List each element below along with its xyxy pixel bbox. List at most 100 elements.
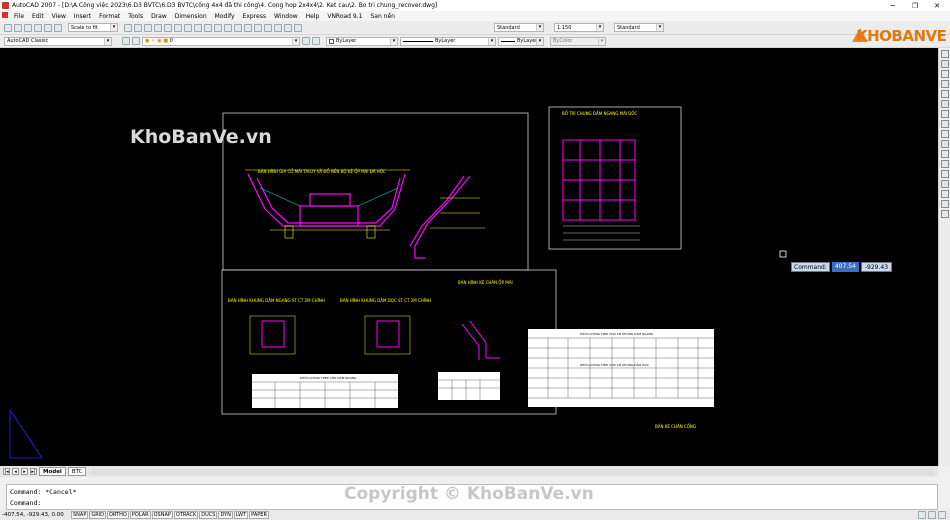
lineweight-sample-icon bbox=[501, 40, 515, 42]
menu-format[interactable]: Format bbox=[95, 13, 124, 20]
plotstyle-combo[interactable]: ByColor ▾ bbox=[550, 36, 606, 46]
horizontal-scrollbar[interactable] bbox=[92, 468, 934, 475]
drawing-canvas[interactable]: BẢN HÌNH GIA CỐ MÁI TALUY VÀ ĐỔ NỀN BỘ K… bbox=[0, 28, 938, 466]
lwt-toggle[interactable]: LWT bbox=[233, 511, 249, 519]
scale-combo[interactable]: Scale to fit ▾ bbox=[68, 23, 118, 32]
erase-icon[interactable] bbox=[941, 50, 949, 58]
last-tab-icon[interactable]: ▸| bbox=[30, 468, 37, 475]
menu-file[interactable]: File bbox=[10, 13, 28, 20]
pan-icon[interactable] bbox=[194, 23, 202, 32]
match-properties-icon[interactable] bbox=[154, 23, 162, 32]
help-icon[interactable] bbox=[294, 23, 302, 32]
publish-icon[interactable] bbox=[54, 23, 62, 32]
dynamic-input[interactable]: Command: 407.54 -929.43 bbox=[791, 262, 893, 272]
calculator-icon[interactable] bbox=[284, 23, 292, 32]
cut-icon[interactable] bbox=[124, 23, 132, 32]
redo-icon[interactable] bbox=[184, 23, 192, 32]
menu-tools[interactable]: Tools bbox=[124, 13, 147, 20]
preview-icon[interactable] bbox=[44, 23, 52, 32]
layer-combo[interactable]: ● ☼ ▣ ■ 0 ▾ bbox=[142, 36, 300, 46]
menu-help[interactable]: Help bbox=[302, 13, 324, 20]
copy-icon[interactable] bbox=[134, 23, 142, 32]
ducs-toggle[interactable]: DUCS bbox=[199, 511, 218, 519]
tab-layout-btc[interactable]: BTC bbox=[67, 467, 87, 476]
plot-icon[interactable] bbox=[34, 23, 42, 32]
save-icon[interactable] bbox=[24, 23, 32, 32]
break-point-icon[interactable] bbox=[941, 160, 949, 168]
make-current-icon[interactable] bbox=[302, 37, 310, 45]
zoom-realtime-icon[interactable] bbox=[204, 23, 212, 32]
trim-icon[interactable] bbox=[941, 140, 949, 148]
menu-insert[interactable]: Insert bbox=[70, 13, 95, 20]
sheet-set-icon[interactable] bbox=[264, 23, 272, 32]
extend-icon[interactable] bbox=[941, 150, 949, 158]
dyn-toggle[interactable]: DYN bbox=[218, 511, 233, 519]
layer-previous-icon[interactable] bbox=[312, 37, 320, 45]
dynamic-input-y[interactable]: -929.43 bbox=[860, 262, 893, 272]
offset-icon[interactable] bbox=[941, 80, 949, 88]
layer-state-icon[interactable] bbox=[132, 37, 140, 45]
clean-screen-icon[interactable] bbox=[938, 511, 946, 519]
fillet-icon[interactable] bbox=[941, 200, 949, 208]
autocad-app-icon[interactable] bbox=[2, 2, 9, 9]
open-icon[interactable] bbox=[14, 23, 22, 32]
menu-doc-icon[interactable] bbox=[0, 12, 10, 20]
break-icon[interactable] bbox=[941, 170, 949, 178]
mirror-icon[interactable] bbox=[941, 70, 949, 78]
menu-san-nen[interactable]: San nền bbox=[366, 13, 399, 20]
tab-model[interactable]: Model bbox=[39, 467, 66, 476]
block-editor-icon[interactable] bbox=[164, 23, 172, 32]
dim-scale-combo[interactable]: 1:150 ▾ bbox=[554, 23, 604, 32]
dynamic-input-x[interactable]: 407.54 bbox=[831, 262, 859, 272]
grid-toggle[interactable]: GRID bbox=[89, 511, 107, 519]
menu-dimension[interactable]: Dimension bbox=[171, 13, 211, 20]
lock-icon[interactable] bbox=[918, 511, 926, 519]
menu-vnroad[interactable]: VNRoad 9.1 bbox=[323, 13, 366, 20]
close-button[interactable]: ✕ bbox=[926, 0, 948, 11]
new-icon[interactable] bbox=[4, 23, 12, 32]
scale-icon[interactable] bbox=[941, 120, 949, 128]
first-tab-icon[interactable]: |◂ bbox=[3, 468, 10, 475]
color-combo[interactable]: ByLayer ▾ bbox=[326, 36, 398, 46]
minimize-button[interactable]: ─ bbox=[882, 0, 904, 11]
join-icon[interactable] bbox=[941, 180, 949, 188]
menu-window[interactable]: Window bbox=[270, 13, 302, 20]
rotate-icon[interactable] bbox=[941, 110, 949, 118]
tool-palettes-icon[interactable] bbox=[254, 23, 262, 32]
chamfer-icon[interactable] bbox=[941, 190, 949, 198]
restore-button[interactable]: ❐ bbox=[904, 0, 926, 11]
menu-modify[interactable]: Modify bbox=[211, 13, 239, 20]
properties-icon[interactable] bbox=[234, 23, 242, 32]
undo-icon[interactable] bbox=[174, 23, 182, 32]
snap-toggle[interactable]: SNAP bbox=[71, 511, 89, 519]
explode-icon[interactable] bbox=[941, 210, 949, 218]
communication-center-icon[interactable] bbox=[928, 511, 936, 519]
array-icon[interactable] bbox=[941, 90, 949, 98]
markup-icon[interactable] bbox=[274, 23, 282, 32]
workspace-combo[interactable]: AutoCAD Classic ▾ bbox=[4, 36, 112, 46]
lineweight-combo[interactable]: ByLayer ▾ bbox=[498, 36, 544, 46]
menu-draw[interactable]: Draw bbox=[147, 13, 171, 20]
paste-icon[interactable] bbox=[144, 23, 152, 32]
zoom-previous-icon[interactable] bbox=[224, 23, 232, 32]
text-style-combo[interactable]: Standard ▾ bbox=[494, 23, 544, 32]
move-icon[interactable] bbox=[941, 100, 949, 108]
copy-object-icon[interactable] bbox=[941, 60, 949, 68]
osnap-toggle[interactable]: OSNAP bbox=[151, 511, 173, 519]
design-center-icon[interactable] bbox=[244, 23, 252, 32]
next-tab-icon[interactable]: ▸ bbox=[21, 468, 28, 475]
ortho-toggle[interactable]: ORTHO bbox=[107, 511, 129, 519]
linetype-combo[interactable]: ByLayer ▾ bbox=[400, 36, 496, 46]
paper-toggle[interactable]: PAPER bbox=[249, 511, 269, 519]
polar-toggle[interactable]: POLAR bbox=[129, 511, 151, 519]
dim-style-combo[interactable]: Standard ▾ bbox=[614, 23, 664, 32]
coordinate-readout[interactable]: -407.54, -929.43, 0.00 bbox=[2, 512, 70, 518]
menu-edit[interactable]: Edit bbox=[28, 13, 48, 20]
menu-express[interactable]: Express bbox=[239, 13, 270, 20]
otrack-toggle[interactable]: OTRACK bbox=[173, 511, 199, 519]
layer-manager-icon[interactable] bbox=[122, 37, 130, 45]
zoom-window-icon[interactable] bbox=[214, 23, 222, 32]
prev-tab-icon[interactable]: ◂ bbox=[12, 468, 19, 475]
stretch-icon[interactable] bbox=[941, 130, 949, 138]
menu-view[interactable]: View bbox=[48, 13, 70, 20]
